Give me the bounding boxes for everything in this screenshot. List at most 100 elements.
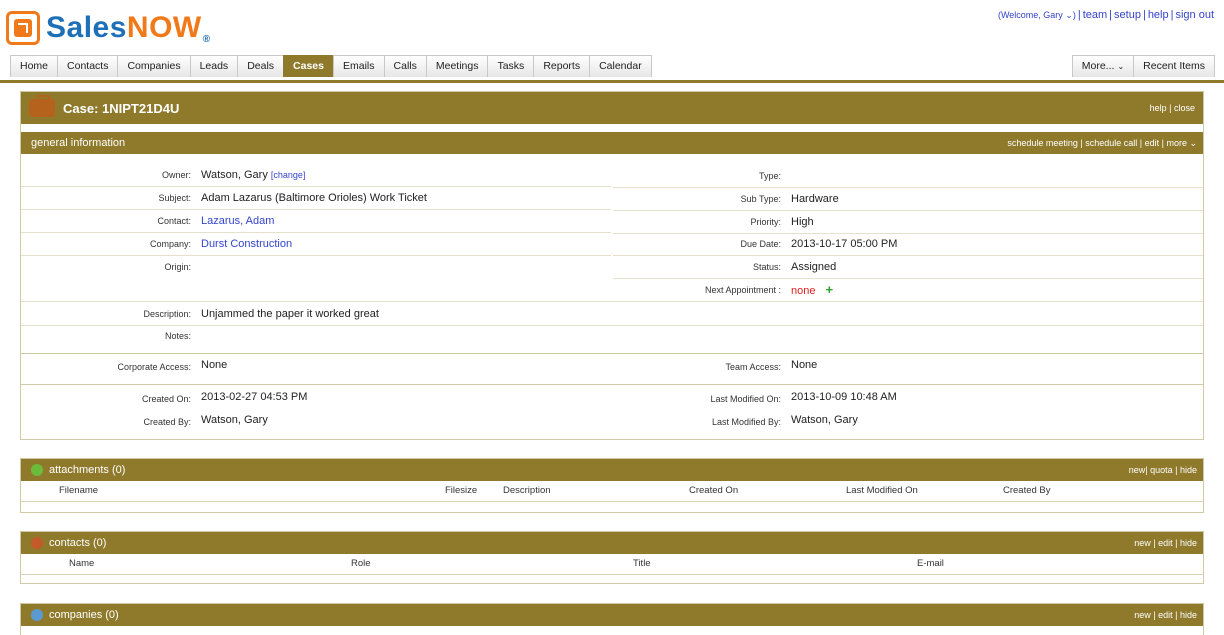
col-filename[interactable]: Filename xyxy=(59,485,98,496)
case-close-link[interactable]: close xyxy=(1174,103,1195,113)
subject-label: Subject: xyxy=(158,193,191,203)
logo-now: NOW xyxy=(126,11,202,44)
briefcase-icon xyxy=(29,95,55,117)
attachments-title: attachments (0) xyxy=(49,464,126,476)
next-appointment-value: none + xyxy=(791,279,833,301)
owner-name: Watson, Gary xyxy=(201,169,268,181)
signout-link[interactable]: sign out xyxy=(1175,9,1214,21)
next-appointment-none[interactable]: none xyxy=(791,285,815,297)
col-last-modified-on[interactable]: Last Modified On xyxy=(846,485,918,496)
tab-reports[interactable]: Reports xyxy=(533,55,591,77)
contact-link[interactable]: Lazarus, Adam xyxy=(201,210,274,232)
companies-title: companies (0) xyxy=(49,609,119,621)
contacts-edit-link[interactable]: edit xyxy=(1158,538,1173,548)
attachment-download-icon xyxy=(31,464,43,476)
more-menu[interactable]: more ⌄ xyxy=(1166,138,1197,148)
case-header-links: help | close xyxy=(1149,103,1195,113)
companies-header[interactable]: companies (0) new | edit | hide xyxy=(21,604,1203,626)
team-access-value: None xyxy=(791,359,818,371)
col-filesize[interactable]: Filesize xyxy=(445,485,477,496)
companies-edit-link[interactable]: edit xyxy=(1158,610,1173,620)
tab-deals[interactable]: Deals xyxy=(237,55,285,77)
col-created-on[interactable]: Created On xyxy=(689,485,738,496)
schedule-call-link[interactable]: schedule call xyxy=(1085,138,1137,148)
tab-meetings[interactable]: Meetings xyxy=(425,55,489,77)
top-links: (Welcome, Gary ⌄) | team | setup | help | sign o… xyxy=(997,9,1214,21)
help-link[interactable]: help xyxy=(1148,9,1169,21)
modified-by-value: Watson, Gary xyxy=(791,414,858,426)
col-email[interactable]: E-mail xyxy=(917,558,944,569)
company-label: Company: xyxy=(149,239,191,249)
col-role[interactable]: Role xyxy=(351,558,371,569)
contacts-header[interactable]: contacts (0) new | edit | hide xyxy=(21,532,1203,554)
attachments-new-link[interactable]: new xyxy=(1129,465,1146,475)
tab-calendar[interactable]: Calendar xyxy=(589,55,652,77)
team-access-label: Team Access: xyxy=(725,362,781,372)
schedule-meeting-link[interactable]: schedule meeting xyxy=(1007,138,1078,148)
tab-companies[interactable]: Companies xyxy=(117,55,191,77)
team-link[interactable]: team xyxy=(1083,9,1107,21)
tab-bar: Home Contacts Companies Leads Deals Case… xyxy=(0,54,1224,83)
subtype-label: Sub Type: xyxy=(740,194,781,204)
corporate-access-label: Corporate Access: xyxy=(117,362,191,372)
contact-label: Contact: xyxy=(157,216,191,226)
change-owner-link[interactable]: [change] xyxy=(271,170,306,180)
attachments-columns: Filename Filesize Description Created On… xyxy=(21,481,1203,502)
created-by-value: Watson, Gary xyxy=(201,414,268,426)
attachments-header[interactable]: attachments (0) new| quota | hide xyxy=(21,459,1203,481)
status-label: Status: xyxy=(752,262,781,272)
next-appointment-label: Next Appointment : xyxy=(704,285,781,295)
tab-recent-items[interactable]: Recent Items xyxy=(1133,55,1215,77)
tab-more[interactable]: More... ⌄ xyxy=(1071,55,1135,77)
setup-link[interactable]: setup xyxy=(1114,9,1141,21)
attachments-panel: attachments (0) new| quota | hide Filena… xyxy=(20,458,1204,513)
contacts-new-link[interactable]: new xyxy=(1134,538,1151,548)
general-info-header: general information schedule meeting | s… xyxy=(21,132,1203,154)
col-description[interactable]: Description xyxy=(503,485,551,496)
saleslogo[interactable]: SalesNOW® xyxy=(6,8,211,48)
case-panel: Case: 1NIPT21D4U help | close general in… xyxy=(20,91,1204,440)
welcome-menu[interactable]: (Welcome, Gary ⌄) xyxy=(998,10,1076,20)
edit-link[interactable]: edit xyxy=(1145,138,1160,148)
tab-tasks[interactable]: Tasks xyxy=(487,55,535,77)
col-name[interactable]: Name xyxy=(69,558,94,569)
contact-person-icon xyxy=(31,537,43,549)
type-label: Type: xyxy=(758,171,781,181)
modified-on-value: 2013-10-09 10:48 AM xyxy=(791,391,897,403)
company-link[interactable]: Durst Construction xyxy=(201,233,292,255)
general-info-links: schedule meeting | schedule call | edit … xyxy=(1007,137,1197,148)
tab-home[interactable]: Home xyxy=(10,55,59,77)
priority-label: Priority: xyxy=(750,217,781,227)
case-help-link[interactable]: help xyxy=(1150,103,1167,113)
tab-leads[interactable]: Leads xyxy=(189,55,239,77)
companies-hide-link[interactable]: hide xyxy=(1180,610,1197,620)
case-header: Case: 1NIPT21D4U help | close xyxy=(21,92,1203,124)
modified-by-label: Last Modified By: xyxy=(711,417,781,427)
col-title[interactable]: Title xyxy=(633,558,651,569)
attachments-hide-link[interactable]: hide xyxy=(1180,465,1197,475)
contacts-hide-link[interactable]: hide xyxy=(1180,538,1197,548)
tab-calls[interactable]: Calls xyxy=(383,55,427,77)
companies-new-link[interactable]: new xyxy=(1134,610,1151,620)
logo-arrow-icon xyxy=(6,11,40,45)
description-value: Unjammed the paper it worked great xyxy=(201,308,379,320)
origin-label: Origin: xyxy=(164,262,191,272)
created-on-value: 2013-02-27 04:53 PM xyxy=(201,391,308,403)
status-value: Assigned xyxy=(791,261,837,273)
attachments-links: new| quota | hide xyxy=(1128,465,1197,475)
general-info-title: general information xyxy=(31,137,126,149)
col-created-by[interactable]: Created By xyxy=(1003,485,1051,496)
attachments-quota-link[interactable]: quota xyxy=(1150,465,1173,475)
tab-contacts[interactable]: Contacts xyxy=(57,55,119,77)
tabs-right: More... ⌄ Recent Items xyxy=(1071,55,1215,77)
add-appointment-icon[interactable]: + xyxy=(825,282,833,297)
company-building-icon xyxy=(31,609,43,621)
subtype-value: Hardware xyxy=(791,193,839,205)
corporate-access-value: None xyxy=(201,359,228,371)
main-tabs: Home Contacts Companies Leads Deals Case… xyxy=(10,55,652,77)
tab-emails[interactable]: Emails xyxy=(333,55,385,77)
due-date-value: 2013-10-17 05:00 PM xyxy=(791,238,898,250)
tab-more-label: More... xyxy=(1081,60,1115,72)
tab-cases[interactable]: Cases xyxy=(283,55,334,77)
logo-sales: Sales xyxy=(46,11,127,44)
